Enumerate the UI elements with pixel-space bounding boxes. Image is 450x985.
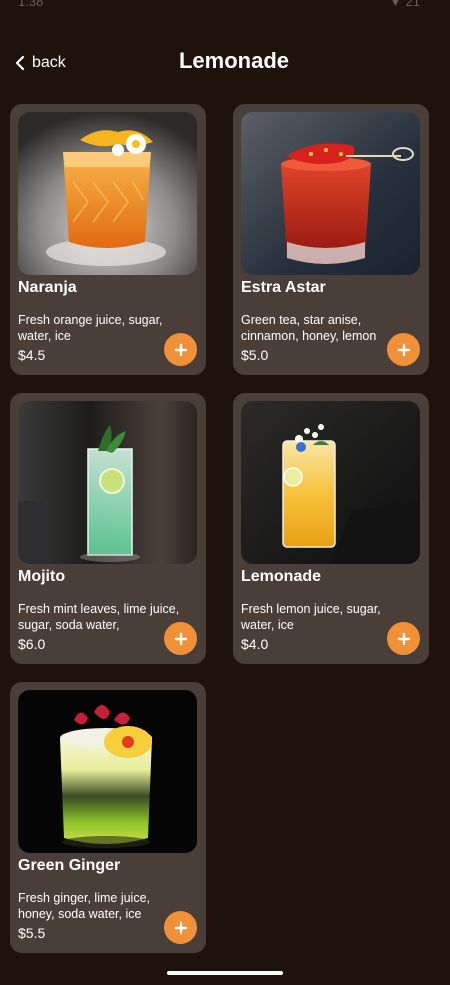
add-to-cart-button[interactable]: [164, 622, 197, 655]
green-ginger-icon: [18, 690, 197, 853]
header: back Lemonade: [0, 40, 450, 86]
product-name: Green Ginger: [18, 857, 121, 874]
product-description: Fresh lemon juice, sugar, water, ice: [241, 602, 381, 632]
add-to-cart-button[interactable]: [387, 622, 420, 655]
page-title: Lemonade: [178, 48, 290, 73]
product-image: [241, 401, 420, 564]
product-image: [18, 690, 197, 853]
product-name: Naranja: [18, 279, 77, 296]
plus-icon: [397, 632, 410, 645]
product-price: $4.5: [18, 347, 46, 363]
product-name: Mojito: [18, 568, 66, 585]
product-price: $5.0: [241, 347, 269, 363]
product-description: Green tea, star anise, cinnamon, honey, …: [241, 313, 377, 343]
add-to-cart-button[interactable]: [164, 911, 197, 944]
product-price: $5.5: [18, 925, 46, 941]
product-image: [18, 112, 197, 275]
product-price: $4.0: [241, 636, 269, 652]
mojito-icon: [18, 401, 197, 564]
strawberry-cocktail-icon: [241, 112, 420, 275]
lemonade-icon: [241, 401, 420, 564]
product-name: Estra Astar: [241, 279, 326, 296]
home-indicator[interactable]: [167, 971, 283, 975]
product-card[interactable]: Mojito Fresh mint leaves, lime juice, su…: [10, 393, 206, 664]
product-grid: Naranja Fresh orange juice, sugar, water…: [10, 104, 430, 953]
product-image: [18, 401, 197, 564]
product-description: Fresh mint leaves, lime juice, sugar, so…: [18, 602, 180, 632]
add-to-cart-button[interactable]: [387, 333, 420, 366]
plus-icon: [397, 343, 410, 356]
product-card[interactable]: Green Ginger Fresh ginger, lime juice, h…: [10, 682, 206, 953]
plus-icon: [174, 921, 187, 934]
product-description: Fresh ginger, lime juice, honey, soda wa…: [18, 891, 151, 921]
plus-icon: [174, 632, 187, 645]
product-name: Lemonade: [241, 568, 322, 585]
orange-cocktail-icon: [18, 112, 197, 275]
status-time: 1:38: [18, 0, 44, 9]
status-bar: 1:38 ▼ 21: [0, 0, 450, 14]
product-card[interactable]: Estra Astar Green tea, star anise, cinna…: [233, 104, 429, 375]
product-card[interactable]: Naranja Fresh orange juice, sugar, water…: [10, 104, 206, 375]
status-signal: ▼ 21: [389, 0, 420, 9]
add-to-cart-button[interactable]: [164, 333, 197, 366]
product-card[interactable]: Lemonade Fresh lemon juice, sugar, water…: [233, 393, 429, 664]
product-image: [241, 112, 420, 275]
product-description: Fresh orange juice, sugar, water, ice: [18, 313, 163, 343]
plus-icon: [174, 343, 187, 356]
product-price: $6.0: [18, 636, 46, 652]
